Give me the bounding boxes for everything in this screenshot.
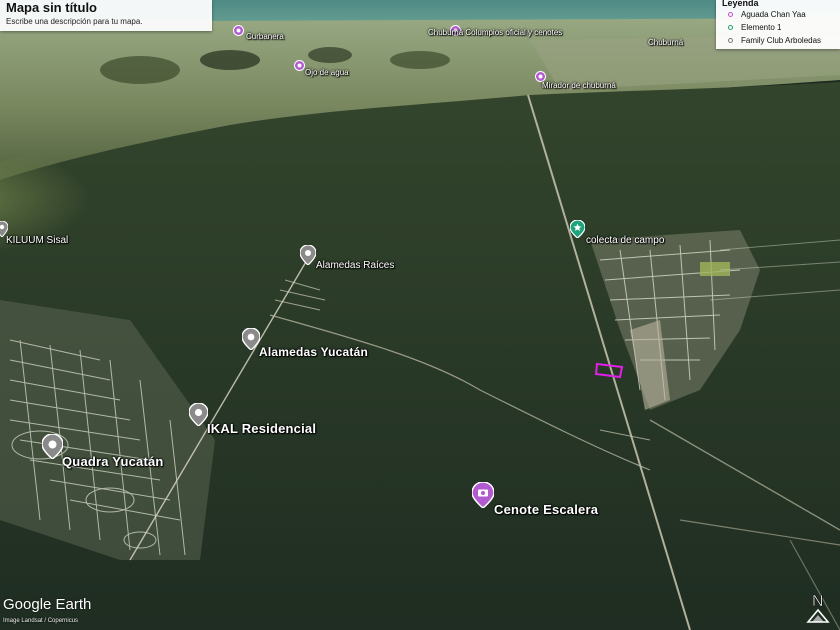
place-label-kiluum[interactable]: KILUUM Sisal [6,235,68,246]
compass-label: N [812,593,824,610]
place-pin-icon[interactable] [294,60,305,73]
place-label-alamedas-yucatan[interactable]: Alamedas Yucatán [259,345,368,359]
legend-marker-icon [728,12,733,17]
aguada-polygon[interactable] [594,362,626,380]
location-pin-icon[interactable] [242,328,260,350]
place-label-ikal[interactable]: IKAL Residencial [207,421,316,436]
legend-marker-icon [728,25,733,30]
place-label-mirador[interactable]: Mirador de chuburná [542,81,616,90]
green-pin-icon[interactable] [570,220,585,238]
legend-heading: Leyenda [722,0,759,8]
place-pin-icon[interactable] [233,25,244,38]
place-label-alamedas-raices[interactable]: Alamedas Raíces [316,260,394,271]
legend-item-label: Family Club Arboledas [741,36,822,45]
legend-item-elemento[interactable]: Elemento 1 [722,21,834,34]
place-label-chuburna-town: Chuburná [648,38,684,47]
legend-panel: Leyenda Aguada Chan Yaa Elemento 1 Famil… [716,0,840,49]
camera-pin-icon[interactable] [472,482,494,508]
location-pin-icon[interactable] [300,245,316,265]
legend-item-aguada[interactable]: Aguada Chan Yaa [722,8,834,21]
legend-item-label: Elemento 1 [741,23,782,32]
map-description[interactable]: Escribe una descripción para tu mapa. [6,17,206,27]
place-label-colecta[interactable]: colecta de campo [586,235,664,246]
location-pin-icon[interactable] [42,434,63,459]
map-title-panel[interactable]: Mapa sin título Escribe una descripción … [0,0,212,31]
google-earth-logo: Google Earth [3,596,92,613]
satellite-map[interactable] [0,0,840,630]
imagery-credit: Image Landsat / Copernicus [3,618,79,624]
legend-item-family-club[interactable]: Family Club Arboledas [722,34,834,47]
place-label-curbanera[interactable]: Curbanera [246,32,284,41]
place-label-ojo-de-agua[interactable]: Ojo de agua [305,68,349,77]
legend-item-label: Aguada Chan Yaa [741,10,806,19]
place-label-chuburna-cenotes[interactable]: Chuburná Columpios oficial y cenotes [428,28,562,37]
place-label-cenote-escalera[interactable]: Cenote Escalera [494,502,598,517]
legend-marker-icon [728,38,733,43]
place-label-quadra[interactable]: Quadra Yucatán [62,454,164,469]
compass-icon[interactable]: N [802,588,834,624]
location-pin-icon[interactable] [189,403,208,426]
map-title[interactable]: Mapa sin título [6,0,206,16]
